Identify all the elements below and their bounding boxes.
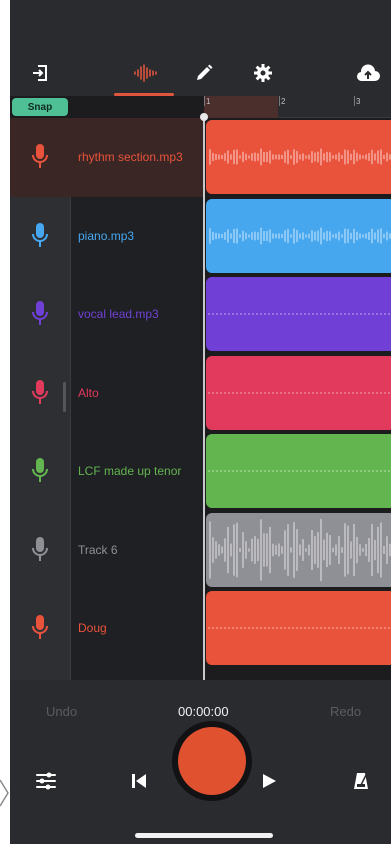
sliders-icon[interactable] (34, 769, 58, 793)
gear-icon[interactable] (248, 58, 278, 88)
cloud-upload-icon[interactable] (353, 58, 383, 88)
ruler-number: 3 (356, 97, 361, 106)
undo-button[interactable]: Undo (46, 704, 77, 719)
track-name[interactable]: Doug (78, 621, 107, 635)
ruler-tick (204, 96, 205, 106)
record-icon[interactable] (178, 727, 246, 795)
ruler-tick (354, 96, 355, 106)
playhead[interactable] (203, 116, 205, 680)
playhead-handle[interactable] (200, 113, 208, 121)
ruler-number: 1 (206, 97, 211, 106)
audio-clip[interactable] (206, 591, 391, 665)
ruler-selection (204, 96, 278, 118)
audio-clip[interactable] (206, 120, 391, 194)
track-name[interactable]: rhythm section.mp3 (78, 150, 183, 164)
microphone-icon[interactable] (30, 300, 50, 328)
track-name[interactable]: vocal lead.mp3 (78, 307, 159, 321)
pencil-icon[interactable] (189, 58, 219, 88)
timeline-ruler[interactable]: 1 2 3 (204, 96, 391, 118)
exit-icon[interactable] (25, 58, 55, 88)
track-name[interactable]: LCF made up tenor (78, 464, 181, 478)
microphone-icon[interactable] (30, 614, 50, 642)
microphone-icon[interactable] (30, 457, 50, 485)
side-chevron-icon (0, 778, 10, 808)
audio-clip[interactable] (206, 434, 391, 508)
snap-button[interactable]: Snap (12, 98, 68, 116)
skip-back-icon[interactable] (128, 770, 150, 792)
redo-button[interactable]: Redo (330, 704, 361, 719)
home-indicator (135, 833, 273, 838)
audio-clip[interactable] (206, 198, 391, 273)
microphone-icon[interactable] (30, 379, 50, 407)
ruler-tick (279, 96, 280, 106)
active-tab-indicator (114, 93, 174, 96)
waveform-icon[interactable] (130, 58, 160, 88)
microphone-icon[interactable] (30, 222, 50, 250)
microphone-icon[interactable] (30, 143, 50, 171)
audio-clip[interactable] (206, 355, 391, 430)
microphone-icon[interactable] (30, 536, 50, 564)
track-name[interactable]: piano.mp3 (78, 229, 134, 243)
track-name[interactable]: Track 6 (78, 543, 118, 557)
track-name[interactable]: Alto (78, 386, 99, 400)
timecode-display: 00:00:00 (178, 704, 229, 719)
ruler-number: 2 (281, 97, 286, 106)
resize-handle[interactable] (63, 382, 66, 412)
play-icon[interactable] (258, 770, 280, 792)
top-toolbar (10, 0, 391, 96)
app-window: 1 2 3 Snap rhythm section.mp3 piano.mp3 vo… (10, 0, 391, 844)
metronome-icon[interactable] (350, 770, 372, 792)
audio-clip[interactable] (206, 512, 391, 587)
audio-clip[interactable] (206, 277, 391, 351)
